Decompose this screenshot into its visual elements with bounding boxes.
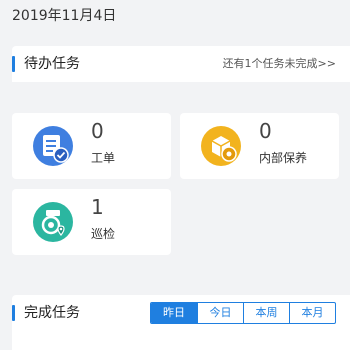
inspection-count: 1 xyxy=(91,195,104,219)
maintenance-card[interactable]: 0 内部保养 xyxy=(180,113,339,179)
work-order-card[interactable]: 0 工单 xyxy=(12,113,171,179)
pending-tasks-header: 待办任务 还有1个任务未完成>> xyxy=(12,46,350,82)
work-order-label: 工单 xyxy=(91,151,116,165)
tab-today[interactable]: 今日 xyxy=(197,303,243,323)
maintenance-count: 0 xyxy=(259,119,272,143)
date-label: 2019年11月4日 xyxy=(12,8,117,24)
period-tabs: 昨日 今日 本周 本月 xyxy=(150,302,336,324)
tab-this-week[interactable]: 本周 xyxy=(243,303,289,323)
inspection-icon xyxy=(32,201,74,243)
work-order-icon xyxy=(32,125,74,167)
maintenance-icon xyxy=(200,125,242,167)
tab-yesterday[interactable]: 昨日 xyxy=(151,303,197,323)
section-accent-bar xyxy=(12,305,15,321)
more-pending-link[interactable]: 还有1个任务未完成>> xyxy=(223,46,336,82)
work-order-count: 0 xyxy=(91,119,104,143)
completed-tasks-title: 完成任务 xyxy=(24,305,80,321)
tab-this-month[interactable]: 本月 xyxy=(289,303,335,323)
inspection-label: 巡检 xyxy=(91,227,116,241)
section-accent-bar xyxy=(12,56,15,72)
pending-tasks-title: 待办任务 xyxy=(24,56,80,72)
completed-tasks-body xyxy=(12,330,350,350)
inspection-card[interactable]: 1 巡检 xyxy=(12,189,171,255)
maintenance-label: 内部保养 xyxy=(259,151,308,165)
